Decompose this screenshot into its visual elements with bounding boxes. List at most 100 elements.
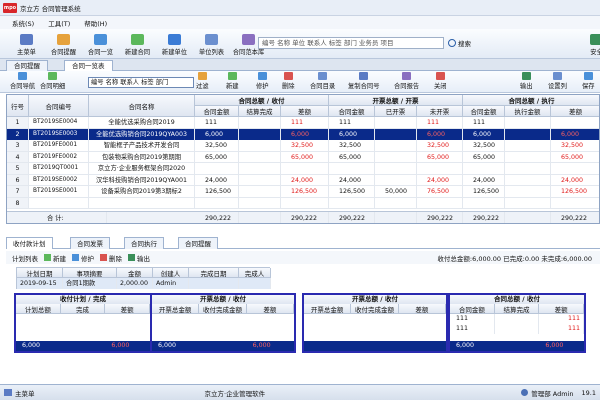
tab-reminders[interactable]: 合同提醒	[6, 60, 48, 71]
table-row[interactable]: 8	[7, 197, 599, 209]
toolbar-label: 新建合同	[124, 49, 151, 56]
menu-tools[interactable]: 工具(T)	[48, 18, 70, 28]
plan-col-header[interactable]: 事项摘要	[63, 268, 117, 278]
table-row[interactable]: 5 BT2019QT0001 京立方·企业服务框架合同2020	[7, 163, 599, 175]
panel-col-header: 差额	[398, 304, 446, 314]
home-icon	[20, 34, 33, 45]
col-header-code[interactable]: 合同编号	[29, 95, 89, 117]
table-row[interactable]: 1 BT2019SE0004 全能优选采购合同2019 111 111 111 111 111	[7, 117, 599, 129]
toolbar-button-5[interactable]: 单位列表	[193, 30, 230, 58]
subtool-mid-6[interactable]: 合同报告	[394, 72, 419, 90]
toolbar-button-4[interactable]: 新建单位	[156, 30, 193, 58]
plan-new-button[interactable]: 新建	[44, 253, 66, 263]
subtool-mid-3[interactable]: 删除	[282, 72, 295, 90]
search-input[interactable]: 编号 名称 单位 联系人 标签 部门 业务员 项目	[258, 37, 444, 49]
menu-bar: 系统(S) 工具(T) 帮助(H)	[0, 16, 600, 29]
amount-cell	[417, 163, 463, 175]
amount-cell: 24,000	[195, 174, 239, 186]
col-header[interactable]: 差额	[551, 106, 599, 117]
subtool-right-2[interactable]: 保存	[582, 72, 595, 90]
amount-cell	[505, 163, 551, 175]
plan-col-header[interactable]: 金额	[117, 268, 153, 278]
plan-export-label: 输出	[137, 254, 150, 263]
plan-delete-button[interactable]: 删除	[100, 253, 122, 263]
col-header-no[interactable]: 行号	[7, 95, 29, 117]
panel-col-header: 合同金额	[450, 304, 495, 314]
toolbar-button-0[interactable]: 主菜单	[8, 30, 45, 58]
toolbar-label: 安全	[590, 49, 600, 56]
subtool-mid-7[interactable]: 关闭	[434, 72, 447, 90]
subtool-mid-0[interactable]: 过滤	[196, 72, 209, 90]
subtool-mid-4[interactable]: 合同目录	[310, 72, 335, 90]
amount-cell: 111	[329, 117, 375, 129]
export-icon	[128, 254, 135, 261]
amount-cell: 32,500	[417, 140, 463, 152]
table-row[interactable]: 2 BT2019SE0003 全能优选购销合同2019QYA003 6,000 6,00…	[7, 128, 599, 141]
table-row[interactable]: 3 BT2019FE0001 智能框子产品技术开发合同 32,500 32,500 32,…	[7, 140, 599, 152]
amount-cell: 6,000	[195, 128, 239, 140]
total-cell	[375, 212, 417, 223]
subtool-right-0[interactable]: 输出	[520, 72, 533, 90]
table-row[interactable]: 4 BT2019FE0002 包装物采购合同2019第期期 65,000 65,000 6…	[7, 151, 599, 163]
panel-cell	[495, 324, 540, 334]
tab-payment-plan[interactable]: 收付款计划	[6, 237, 53, 249]
tab-execution[interactable]: 合同执行	[124, 237, 164, 249]
subtool-right-1[interactable]: 设置列	[548, 72, 567, 90]
plan-export-button[interactable]: 输出	[128, 253, 150, 263]
subtool-left-0[interactable]: 合同导航	[10, 72, 35, 90]
subtool-left-1[interactable]: 合同明细	[40, 72, 65, 90]
plan-cell: 合同1期款	[63, 278, 117, 289]
status-main-menu[interactable]: 主菜单	[4, 388, 35, 398]
subtool-mid-1[interactable]: 新建	[226, 72, 239, 90]
amount-cell	[281, 163, 329, 175]
subtool-label: 合同报告	[394, 83, 420, 90]
tab-contract-list[interactable]: 合同一览表	[64, 60, 113, 71]
toolbar-button-3[interactable]: 新建合同	[119, 30, 156, 58]
menu-help[interactable]: 帮助(H)	[84, 18, 107, 28]
col-header[interactable]: 已开票	[375, 106, 417, 117]
subtool-icon	[402, 72, 412, 80]
col-header[interactable]: 执行金额	[505, 106, 551, 117]
table-row[interactable]: 6 BT2019SE0002 汉华科技购销合同2019QYA001 24,000 24,…	[7, 174, 599, 186]
amount-cell	[505, 151, 551, 163]
tab-invoices[interactable]: 合同发票	[70, 237, 110, 249]
col-header-name[interactable]: 合同名称	[89, 95, 195, 117]
amount-cell: 6,000	[551, 129, 599, 141]
amount-cell: 126,500	[329, 186, 375, 198]
plan-col-header[interactable]: 计划日期	[17, 268, 63, 278]
filter-input[interactable]: 编号 名称 联系人 标签 部门	[88, 77, 194, 88]
panel-total: 6,000 6,000	[450, 341, 584, 351]
toolbar-button-7[interactable]: 安全	[578, 30, 600, 58]
col-header[interactable]: 合同金额	[329, 106, 375, 117]
col-group-header: 合同总额 / 收付	[195, 95, 329, 106]
amount-cell	[239, 128, 281, 140]
subtool-mid-5[interactable]: 复制合同号	[348, 72, 379, 90]
search-icon	[448, 39, 456, 47]
plan-row[interactable]: 2019-09-15 合同1期款 2,000.00 Admin	[17, 278, 271, 289]
col-header[interactable]: 结算完成	[239, 106, 281, 117]
subtool-icon	[552, 72, 562, 80]
plan-col-header[interactable]: 创建人	[153, 268, 189, 278]
amount-cell: 65,000	[417, 151, 463, 163]
toolbar-button-1[interactable]: 合同提醒	[45, 30, 82, 58]
toolbar-button-2[interactable]: 合同一览	[82, 30, 119, 58]
plan-col-header[interactable]: 完成日期	[189, 268, 239, 278]
col-header[interactable]: 合同金额	[463, 106, 505, 117]
col-header[interactable]: 合同金额	[195, 106, 239, 117]
subtool-icon	[318, 72, 328, 80]
status-bar: 主菜单 京立方·企业管理软件 管理部 Admin 19.1	[0, 384, 600, 400]
amount-cell	[375, 174, 417, 186]
tab-detail-reminders[interactable]: 合同提醒	[178, 237, 218, 249]
plan-col-header[interactable]: 完成人	[239, 268, 271, 278]
search-button[interactable]: 搜索	[448, 37, 471, 49]
col-header[interactable]: 差额	[281, 106, 329, 117]
panel-total-cell: 6,000	[22, 342, 41, 349]
panel-col-header: 差额	[105, 304, 150, 314]
table-row[interactable]: 7 BT2019SE0001 设备采购合同2019第3期标2 126,500 126,5…	[7, 186, 599, 198]
panel-contract-payment: 合同总额 / 收付 合同金额 结算完成 差额 111 111 111 111 6,000 6,00…	[448, 293, 586, 353]
plan-edit-button[interactable]: 修护	[72, 253, 94, 263]
subtool-mid-2[interactable]: 修护	[256, 72, 269, 90]
amount-cell: 65,000	[463, 151, 505, 163]
col-header[interactable]: 未开票	[417, 106, 463, 117]
menu-system[interactable]: 系统(S)	[12, 18, 34, 28]
